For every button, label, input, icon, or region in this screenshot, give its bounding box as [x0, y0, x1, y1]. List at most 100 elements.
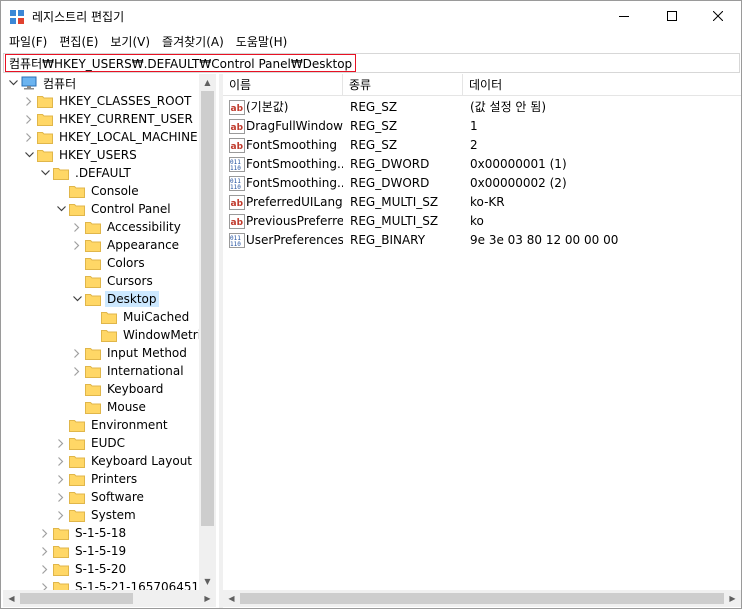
- value-row[interactable]: 011 110 FontSmoothing... REG_DWORD 0x0000000…: [223, 174, 741, 193]
- tree-item[interactable]: .DEFAULT: [39, 164, 133, 182]
- close-button[interactable]: [695, 1, 741, 31]
- chevron-right-icon[interactable]: [39, 542, 51, 560]
- tree-item[interactable]: HKEY_CURRENT_USER: [23, 110, 195, 128]
- chevron-right-icon[interactable]: [23, 92, 35, 110]
- tree-item[interactable]: Mouse: [71, 398, 148, 416]
- value-row[interactable]: abPreferredUILang... REG_MULTI_SZ ko-KR: [223, 193, 741, 212]
- svg-text:ab: ab: [231, 199, 244, 209]
- minimize-button[interactable]: [601, 1, 647, 31]
- chevron-right-icon[interactable]: [55, 470, 67, 488]
- maximize-button[interactable]: [649, 1, 695, 31]
- string-value-icon: ab: [229, 195, 245, 210]
- value-row[interactable]: ab FontSmoothing REG_SZ 2: [223, 136, 741, 155]
- svg-text:110: 110: [230, 184, 241, 191]
- tree-vertical-scrollbar[interactable]: ▲ ▼: [199, 74, 216, 590]
- value-row[interactable]: 011110UserPreferences... REG_BINARY 9e 3e …: [223, 231, 741, 250]
- tree-item[interactable]: Environment: [55, 416, 170, 434]
- menu-edit[interactable]: 편집(E): [53, 33, 104, 50]
- tree-item[interactable]: S-1-5-19: [39, 542, 128, 560]
- tree-item[interactable]: Keyboard Layout: [55, 452, 194, 470]
- tree-item[interactable]: HKEY_LOCAL_MACHINE: [23, 128, 200, 146]
- chevron-right-icon[interactable]: [55, 452, 67, 470]
- scroll-down-icon[interactable]: ▼: [199, 573, 216, 590]
- tree-item[interactable]: Console: [55, 182, 141, 200]
- chevron-right-icon[interactable]: [55, 488, 67, 506]
- tree-horizontal-scroll-thumb[interactable]: [20, 593, 133, 604]
- address-path[interactable]: 컴퓨터₩HKEY_USERS₩.DEFAULT₩Control Panel₩De…: [5, 54, 357, 72]
- tree-item[interactable]: Cursors: [71, 272, 155, 290]
- tree-item-label: Printers: [91, 472, 138, 486]
- folder-icon: [85, 346, 101, 360]
- tree-horizontal-scrollbar[interactable]: ◀ ▶: [3, 590, 216, 607]
- chevron-down-icon[interactable]: [23, 146, 35, 164]
- tree-item[interactable]: Printers: [55, 470, 139, 488]
- window-title: 레지스트리 편집기: [32, 10, 125, 24]
- address-bar[interactable]: 컴퓨터₩HKEY_USERS₩.DEFAULT₩Control Panel₩De…: [3, 53, 740, 73]
- tree-connector: [55, 182, 67, 200]
- tree-item-label: Keyboard: [107, 382, 164, 396]
- tree-item[interactable]: 컴퓨터: [7, 74, 78, 92]
- tree-item[interactable]: HKEY_CLASSES_ROOT: [23, 92, 193, 110]
- value-row[interactable]: abPreviousPreferre... REG_MULTI_SZ ko: [223, 212, 741, 231]
- tree-item[interactable]: International: [71, 362, 186, 380]
- close-icon: [713, 11, 723, 21]
- tree-item[interactable]: MuiCached: [87, 308, 191, 326]
- tree-vertical-scroll-thumb[interactable]: [201, 91, 214, 526]
- tree-item[interactable]: Input Method: [71, 344, 189, 362]
- value-row[interactable]: 011 110 FontSmoothing... REG_DWORD 0x0000000…: [223, 155, 741, 174]
- tree-item[interactable]: Colors: [71, 254, 147, 272]
- scroll-right-icon[interactable]: ▶: [199, 590, 216, 607]
- menu-view[interactable]: 보기(V): [104, 33, 156, 50]
- tree-item[interactable]: S-1-5-18: [39, 524, 128, 542]
- tree-item[interactable]: Appearance: [71, 236, 181, 254]
- menu-file[interactable]: 파일(F): [3, 33, 53, 50]
- chevron-right-icon[interactable]: [39, 560, 51, 578]
- chevron-down-icon[interactable]: [55, 200, 67, 218]
- menu-favorites[interactable]: 즐겨찾기(A): [156, 33, 230, 50]
- tree-item[interactable]: Control Panel: [55, 200, 173, 218]
- tree-item[interactable]: S-1-5-20: [39, 560, 128, 578]
- scroll-left-icon[interactable]: ◀: [3, 590, 20, 607]
- chevron-right-icon[interactable]: [23, 128, 35, 146]
- tree-item[interactable]: EUDC: [55, 434, 127, 452]
- folder-icon: [85, 292, 101, 306]
- chevron-right-icon[interactable]: [39, 524, 51, 542]
- chevron-down-icon[interactable]: [71, 290, 83, 308]
- scroll-left-icon[interactable]: ◀: [223, 590, 240, 607]
- tree-item[interactable]: Keyboard: [71, 380, 165, 398]
- folder-icon: [85, 220, 101, 234]
- value-name: FontSmoothing...: [246, 176, 343, 190]
- chevron-right-icon[interactable]: [23, 110, 35, 128]
- chevron-down-icon[interactable]: [39, 164, 51, 182]
- value-row[interactable]: ab (기본값) REG_SZ (값 설정 안 됨): [223, 98, 741, 117]
- tree-item[interactable]: HKEY_USERS: [23, 146, 139, 164]
- tree-connector: [71, 272, 83, 290]
- title-bar[interactable]: 레지스트리 편집기: [1, 1, 741, 31]
- tree-connector: [71, 380, 83, 398]
- folder-icon: [37, 130, 53, 144]
- tree-item[interactable]: Accessibility: [71, 218, 183, 236]
- list-horizontal-scrollbar[interactable]: ◀ ▶: [223, 590, 741, 607]
- chevron-right-icon[interactable]: [71, 344, 83, 362]
- list-horizontal-scroll-thumb[interactable]: [240, 593, 724, 604]
- column-header-data[interactable]: 데이터: [463, 74, 741, 96]
- chevron-right-icon[interactable]: [71, 362, 83, 380]
- scroll-right-icon[interactable]: ▶: [724, 590, 741, 607]
- chevron-right-icon[interactable]: [55, 506, 67, 524]
- tree-connector: [87, 326, 99, 344]
- scroll-up-icon[interactable]: ▲: [199, 74, 216, 91]
- column-header-type[interactable]: 종류: [343, 74, 463, 96]
- menu-help[interactable]: 도움말(H): [230, 33, 294, 50]
- tree-item[interactable]: WindowMetrics: [87, 326, 216, 344]
- folder-icon: [69, 418, 85, 432]
- value-row[interactable]: ab DragFullWindows REG_SZ 1: [223, 117, 741, 136]
- chevron-right-icon[interactable]: [71, 218, 83, 236]
- value-name: FontSmoothing...: [246, 157, 343, 171]
- column-header-name[interactable]: 이름: [223, 74, 343, 96]
- tree-item[interactable]: Software: [55, 488, 146, 506]
- tree-item[interactable]: System: [55, 506, 138, 524]
- chevron-right-icon[interactable]: [55, 434, 67, 452]
- chevron-right-icon[interactable]: [71, 236, 83, 254]
- tree-item[interactable]: Desktop: [71, 290, 159, 308]
- chevron-down-icon[interactable]: [7, 74, 19, 92]
